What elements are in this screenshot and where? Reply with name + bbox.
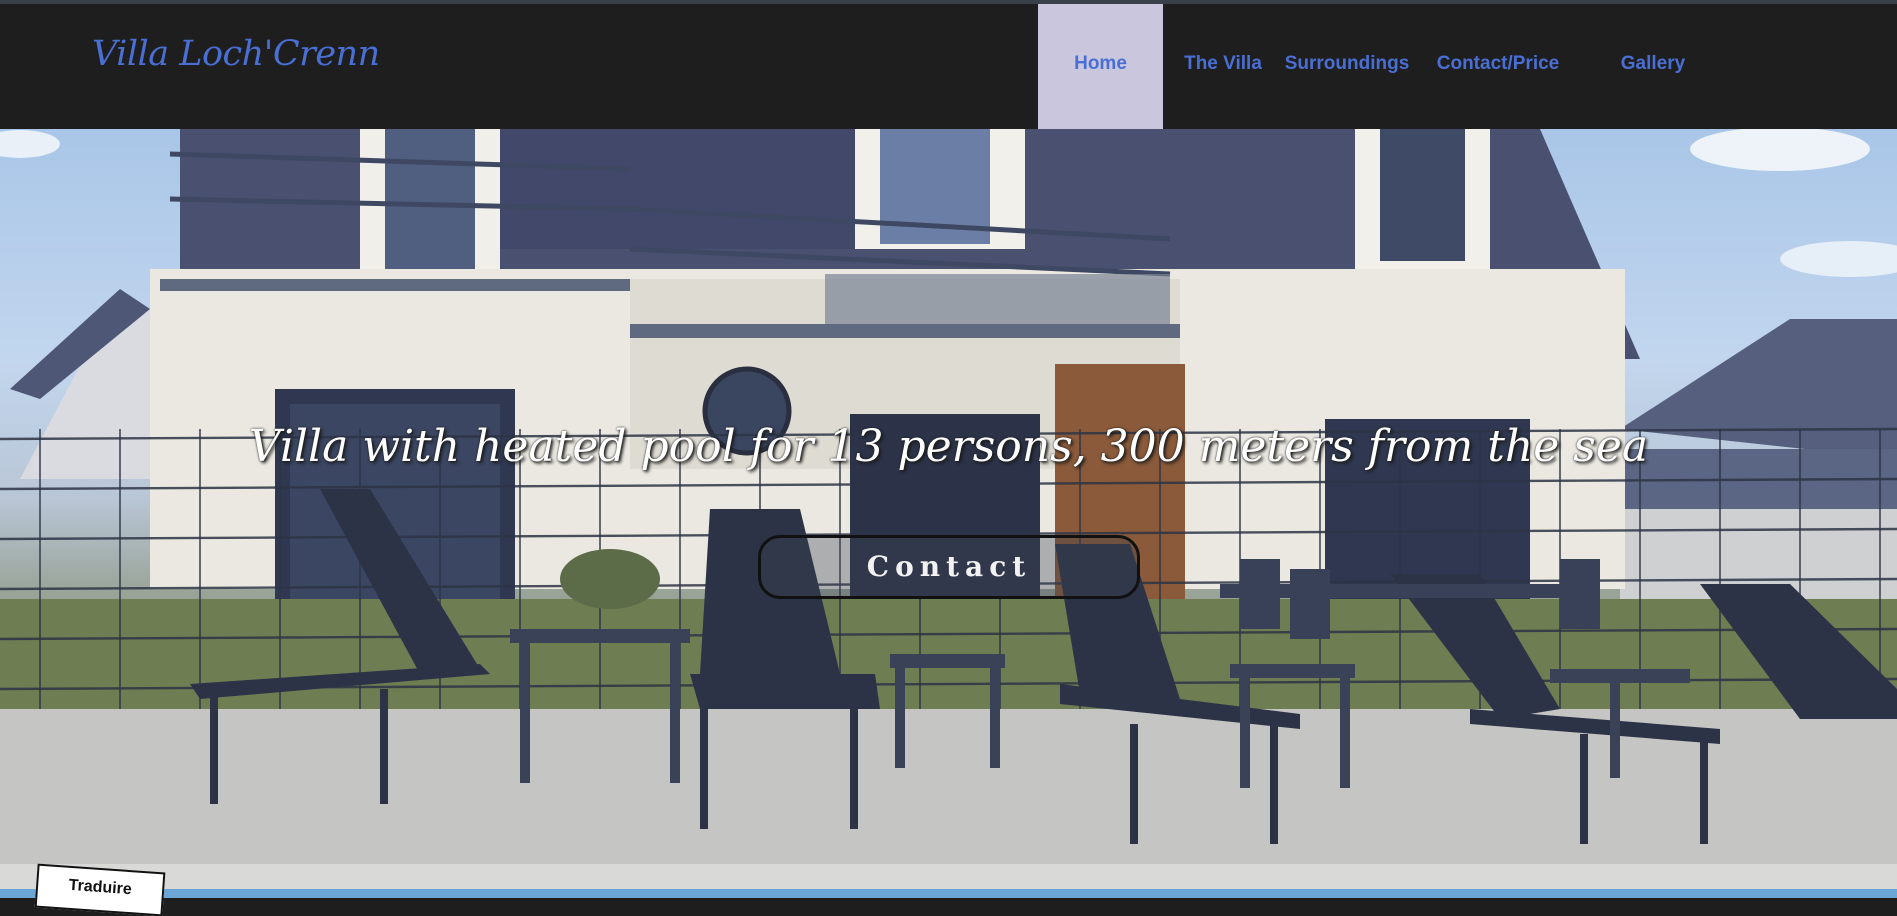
nav-item-home[interactable]: Home	[1038, 4, 1163, 129]
hero-section: Villa with heated pool for 13 persons, 3…	[0, 129, 1897, 898]
hero-tagline: Villa with heated pool for 13 persons, 3…	[248, 421, 1649, 472]
nav-item-surroundings[interactable]: Surroundings	[1280, 4, 1414, 129]
nav-item-contact-price[interactable]: Contact/Price	[1424, 4, 1572, 129]
nav-item-gallery[interactable]: Gallery	[1600, 4, 1706, 129]
contact-button[interactable]: Contact	[758, 535, 1140, 599]
hero-image	[0, 129, 1897, 898]
main-nav: Home The Villa Surroundings Contact/Pric…	[0, 4, 1897, 129]
nav-item-the-villa[interactable]: The Villa	[1176, 4, 1270, 129]
translate-button[interactable]: Traduire	[34, 863, 166, 916]
site-header: Villa Loch'Crenn Home The Villa Surround…	[0, 4, 1897, 129]
